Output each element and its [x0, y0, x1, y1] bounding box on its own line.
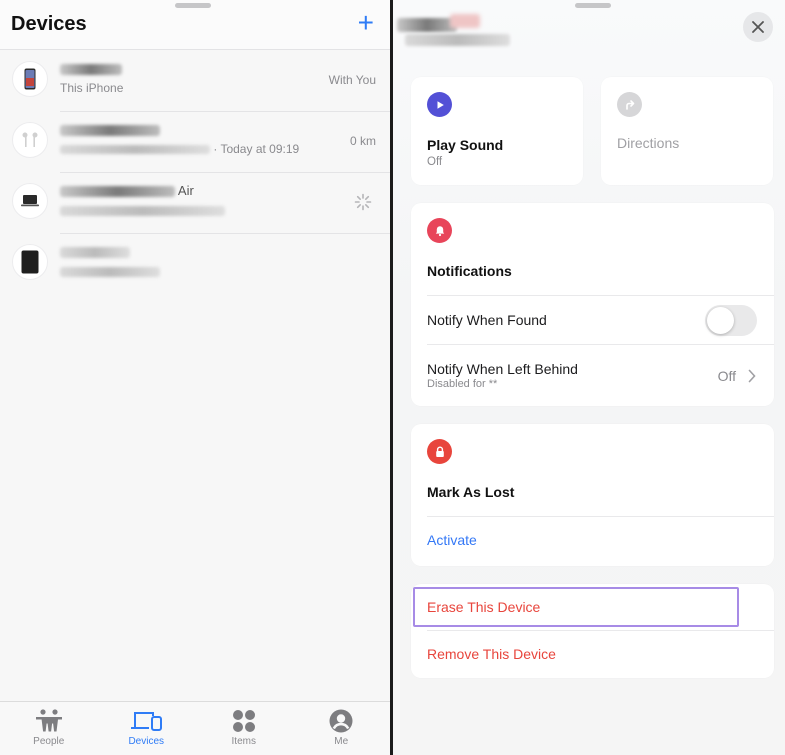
macbook-icon	[12, 183, 48, 219]
toggle-knob	[707, 307, 734, 334]
bell-icon	[427, 218, 452, 243]
activate-lost-mode-button[interactable]: Activate	[411, 516, 774, 566]
airpods-icon	[12, 122, 48, 158]
close-button[interactable]	[743, 12, 773, 42]
remove-device-button[interactable]: Remove This Device	[411, 630, 774, 678]
device-detail-panel: Play Sound Off Directions Notifications …	[393, 0, 785, 755]
items-icon	[232, 708, 256, 734]
notify-left-behind-value: Off	[717, 368, 736, 384]
device-status: 0 km	[349, 134, 376, 148]
notify-when-found-label: Notify When Found	[427, 312, 547, 328]
notify-when-found-toggle[interactable]	[705, 305, 757, 336]
devices-icon	[130, 708, 163, 734]
device-row-macbook[interactable]: Air	[0, 173, 390, 234]
directions-button[interactable]: Directions	[601, 77, 773, 185]
tab-label: Me	[334, 736, 349, 747]
tab-devices[interactable]: Devices	[98, 702, 196, 755]
tab-items[interactable]: Items	[195, 702, 293, 755]
divider	[427, 295, 774, 296]
notify-left-behind-label: Notify When Left Behind	[427, 361, 578, 377]
directions-title: Directions	[617, 135, 680, 151]
tab-me[interactable]: Me	[293, 702, 391, 755]
device-subtitle	[60, 203, 225, 217]
device-title	[395, 14, 515, 54]
divider	[427, 516, 774, 517]
lock-icon	[427, 439, 452, 464]
ipad-icon	[12, 244, 48, 280]
notify-when-found-row: Notify When Found	[411, 295, 774, 343]
tab-label: People	[33, 736, 65, 747]
device-list: This iPhone With You · Today at 09:19 0 …	[0, 51, 390, 295]
device-status: With You	[328, 73, 376, 87]
play-sound-title: Play Sound	[427, 137, 504, 153]
device-row-airpods[interactable]: · Today at 09:19 0 km	[0, 112, 390, 173]
device-name: Air	[60, 183, 194, 198]
erase-device-button[interactable]: Erase This Device	[411, 584, 774, 630]
people-icon	[34, 708, 64, 734]
loading-spinner-icon	[354, 193, 372, 211]
devices-header: Devices +	[0, 0, 390, 50]
divider	[427, 630, 774, 631]
play-sound-status: Off	[427, 156, 443, 168]
play-icon	[427, 92, 452, 117]
device-name	[60, 244, 130, 259]
notify-left-behind-row[interactable]: Notify When Left Behind Disabled for ** …	[411, 344, 774, 406]
erase-label: Erase This Device	[427, 599, 541, 615]
activate-label: Activate	[427, 532, 477, 548]
device-actions-card: Erase This Device Remove This Device	[411, 584, 774, 678]
plus-icon: +	[357, 7, 374, 38]
remove-label: Remove This Device	[427, 646, 556, 662]
tab-label: Items	[231, 736, 256, 747]
page-title: Devices	[11, 13, 87, 35]
devices-panel: Devices + This iPhone With You · Today a…	[0, 0, 390, 755]
device-row-ipad[interactable]	[0, 234, 390, 295]
notifications-card: Notifications Notify When Found Notify W…	[411, 203, 774, 406]
notifications-title: Notifications	[427, 263, 512, 279]
me-icon	[329, 708, 353, 734]
iphone-icon	[12, 61, 48, 97]
device-subtitle: · Today at 09:19	[60, 142, 299, 156]
mark-as-lost-card: Mark As Lost Activate	[411, 424, 774, 566]
mark-as-lost-title: Mark As Lost	[427, 484, 515, 500]
tab-people[interactable]: People	[0, 702, 98, 755]
device-row-iphone[interactable]: This iPhone With You	[0, 51, 390, 112]
add-device-button[interactable]: +	[358, 9, 374, 37]
divider	[427, 344, 774, 345]
play-sound-button[interactable]: Play Sound Off	[411, 77, 583, 185]
device-subtitle	[60, 264, 160, 278]
device-name	[60, 61, 122, 76]
tab-bar: People Devices Items Me	[0, 701, 390, 755]
notify-left-behind-sublabel: Disabled for **	[427, 378, 498, 390]
tab-label: Devices	[128, 736, 165, 747]
sheet-grabber[interactable]	[575, 3, 611, 8]
device-name	[60, 122, 160, 137]
close-icon	[752, 21, 764, 33]
device-subtitle: This iPhone	[60, 81, 124, 95]
directions-icon	[617, 92, 642, 117]
chevron-right-icon	[748, 369, 756, 383]
sheet-grabber[interactable]	[175, 3, 211, 8]
